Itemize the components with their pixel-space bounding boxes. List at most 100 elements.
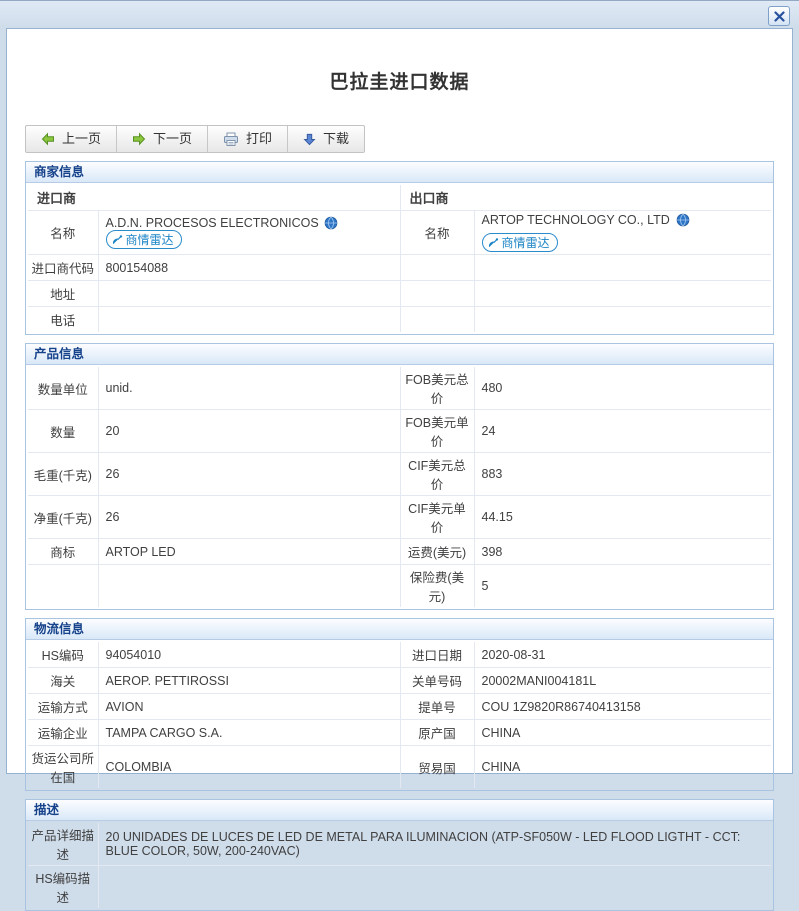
row-label: 货运公司所在国 (28, 746, 98, 789)
table-row: 电话 (28, 307, 771, 333)
table-row: 数量单位 unid. FOB美元总价 480 (28, 367, 771, 410)
prev-page-label: 上一页 (62, 131, 101, 147)
row-value: 44.15 (474, 496, 771, 539)
empty-cell (400, 281, 474, 307)
row-value: 2020-08-31 (474, 642, 771, 668)
row-value: COLOMBIA (98, 746, 400, 789)
table-row: HS编码 94054010 进口日期 2020-08-31 (28, 642, 771, 668)
row-label: 毛重(千克) (28, 453, 98, 496)
row-value: AVION (98, 694, 400, 720)
hs-description-label: HS编码描述 (28, 866, 98, 909)
business-radar-label: 商情雷达 (502, 234, 550, 251)
importer-column-header: 进口商 (28, 185, 400, 211)
hs-description-value (98, 866, 771, 909)
description-table: 产品详细描述 20 UNIDADES DE LUCES DE LED DE ME… (28, 823, 771, 908)
close-button[interactable] (768, 6, 790, 26)
empty-cell (474, 307, 771, 333)
row-value: 5 (474, 565, 771, 608)
page-title: 巴拉圭进口数据 (25, 67, 774, 94)
row-label: FOB美元总价 (400, 367, 474, 410)
table-row: 毛重(千克) 26 CIF美元总价 883 (28, 453, 771, 496)
next-page-label: 下一页 (153, 131, 192, 147)
business-radar-button[interactable]: 商情雷达 (482, 233, 558, 252)
row-value: 20 (98, 410, 400, 453)
exporter-name-label: 名称 (400, 211, 474, 255)
row-label: 运费(美元) (400, 539, 474, 565)
print-button[interactable]: 打印 (208, 126, 288, 152)
row-value: 94054010 (98, 642, 400, 668)
row-label: 运输企业 (28, 720, 98, 746)
section-product: 产品信息 数量单位 unid. FOB美元总价 480 数量 20 FOB美元单… (25, 343, 774, 610)
row-label: CIF美元总价 (400, 453, 474, 496)
globe-icon[interactable] (676, 213, 690, 227)
row-value: 26 (98, 453, 400, 496)
importer-name-value: A.D.N. PROCESOS ELECTRONICOS (106, 216, 319, 230)
logistics-table: HS编码 94054010 进口日期 2020-08-31 海关 AEROP. … (28, 642, 771, 788)
toolbar: 上一页 下一页 打印 下载 (25, 125, 365, 153)
table-row: 商标 ARTOP LED 运费(美元) 398 (28, 539, 771, 565)
table-row: 地址 (28, 281, 771, 307)
section-description: 描述 产品详细描述 20 UNIDADES DE LUCES DE LED DE… (25, 799, 774, 911)
row-label: 贸易国 (400, 746, 474, 789)
product-table: 数量单位 unid. FOB美元总价 480 数量 20 FOB美元单价 24 … (28, 367, 771, 607)
row-value: AEROP. PETTIROSSI (98, 668, 400, 694)
prev-page-button[interactable]: 上一页 (26, 126, 117, 152)
table-row: 货运公司所在国 COLOMBIA 贸易国 CHINA (28, 746, 771, 789)
row-value: ARTOP LED (98, 539, 400, 565)
phone-label: 电话 (28, 307, 98, 333)
product-description-value: 20 UNIDADES DE LUCES DE LED DE METAL PAR… (98, 823, 771, 866)
print-label: 打印 (246, 131, 272, 147)
close-icon (774, 11, 785, 22)
empty-cell (400, 307, 474, 333)
exporter-name-cell: ARTOP TECHNOLOGY CO., LTD (474, 211, 771, 255)
row-label: 提单号 (400, 694, 474, 720)
exporter-column-header: 出口商 (400, 185, 771, 211)
row-value: 20002MANI004181L (474, 668, 771, 694)
row-value: COU 1Z9820R86740413158 (474, 694, 771, 720)
address-value (98, 281, 400, 307)
logistics-section-header: 物流信息 (26, 619, 773, 640)
row-label: 运输方式 (28, 694, 98, 720)
importer-name-cell: A.D.N. PROCESOS ELECTRONICOS (98, 211, 400, 255)
download-button[interactable]: 下载 (288, 126, 364, 152)
empty-cell (474, 281, 771, 307)
download-label: 下载 (323, 131, 349, 147)
product-description-label: 产品详细描述 (28, 823, 98, 866)
row-label (28, 565, 98, 608)
table-row: 名称 A.D.N. PROCESOS ELECTRONICOS (28, 211, 771, 255)
exporter-name-value: ARTOP TECHNOLOGY CO., LTD (482, 213, 670, 227)
description-section-header: 描述 (26, 800, 773, 821)
table-row: 净重(千克) 26 CIF美元单价 44.15 (28, 496, 771, 539)
importer-code-value: 800154088 (98, 255, 400, 281)
empty-cell (474, 255, 771, 281)
row-value: 398 (474, 539, 771, 565)
section-merchant: 商家信息 进口商 出口商 名称 A.D.N. PROCESOS ELECTRON… (25, 161, 774, 335)
business-radar-label: 商情雷达 (126, 231, 174, 248)
table-row: 海关 AEROP. PETTIROSSI 关单号码 20002MANI00418… (28, 668, 771, 694)
section-logistics: 物流信息 HS编码 94054010 进口日期 2020-08-31 海关 AE… (25, 618, 774, 791)
merchant-table: 进口商 出口商 名称 A.D.N. PROCESOS ELECTRONICOS (28, 185, 771, 332)
table-row: 保险费(美元) 5 (28, 565, 771, 608)
arrow-right-icon (132, 132, 146, 146)
arrow-left-icon (41, 132, 55, 146)
merchant-section-header: 商家信息 (26, 162, 773, 183)
table-row: 运输企业 TAMPA CARGO S.A. 原产国 CHINA (28, 720, 771, 746)
table-row: HS编码描述 (28, 866, 771, 909)
globe-icon[interactable] (324, 216, 338, 230)
dialog-titlebar (0, 1, 799, 28)
row-label: FOB美元单价 (400, 410, 474, 453)
empty-cell (400, 255, 474, 281)
row-label: 海关 (28, 668, 98, 694)
business-radar-button[interactable]: 商情雷达 (106, 230, 182, 249)
row-value: CHINA (474, 746, 771, 789)
table-row: 进口商代码 800154088 (28, 255, 771, 281)
row-value: TAMPA CARGO S.A. (98, 720, 400, 746)
row-label: 进口日期 (400, 642, 474, 668)
product-section-header: 产品信息 (26, 344, 773, 365)
radar-icon (111, 234, 123, 246)
table-row: 运输方式 AVION 提单号 COU 1Z9820R86740413158 (28, 694, 771, 720)
row-value: 26 (98, 496, 400, 539)
printer-icon (223, 132, 239, 147)
next-page-button[interactable]: 下一页 (117, 126, 208, 152)
row-label: 原产国 (400, 720, 474, 746)
